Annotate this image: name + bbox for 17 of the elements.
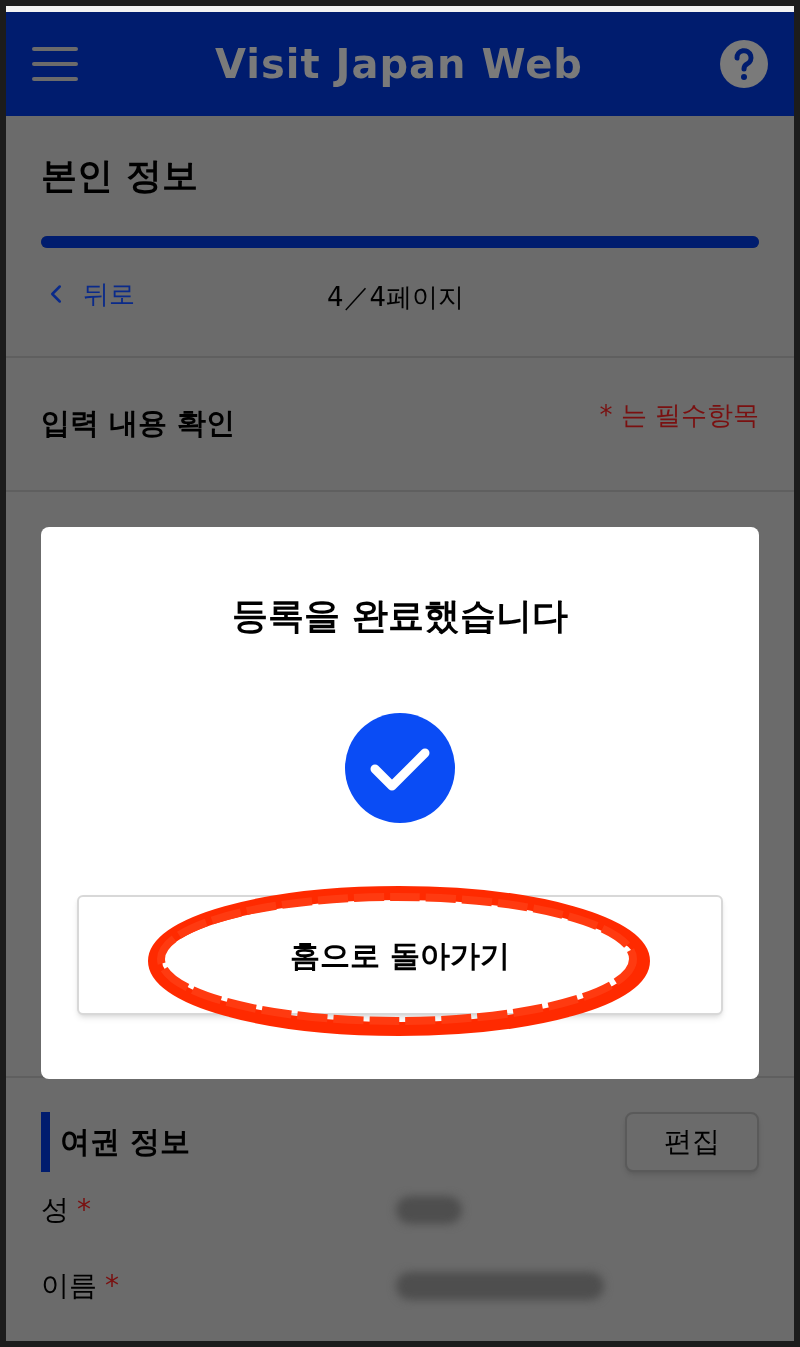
back-link[interactable]: 뒤로	[41, 274, 135, 314]
required-asterisk: *	[77, 1192, 91, 1228]
app-title: Visit Japan Web	[215, 40, 583, 89]
blurred-value	[396, 1196, 462, 1224]
page-title: 본인 정보	[41, 154, 199, 198]
menu-icon[interactable]	[32, 46, 78, 82]
field-label: 이름	[41, 1268, 97, 1304]
modal-title: 등록을 완료했습니다	[231, 594, 569, 638]
field-label: 성	[41, 1192, 69, 1228]
help-icon[interactable]	[720, 40, 768, 88]
required-asterisk: *	[105, 1268, 119, 1304]
check-circle-icon	[345, 713, 455, 823]
section-title: 입력 내용 확인	[41, 405, 236, 442]
page-indicator: 4／4페이지	[327, 281, 465, 314]
passport-section-title: 여권 정보	[41, 1112, 191, 1172]
edit-button[interactable]: 편집	[625, 1112, 759, 1172]
required-note: * 는 필수항목	[599, 399, 759, 432]
